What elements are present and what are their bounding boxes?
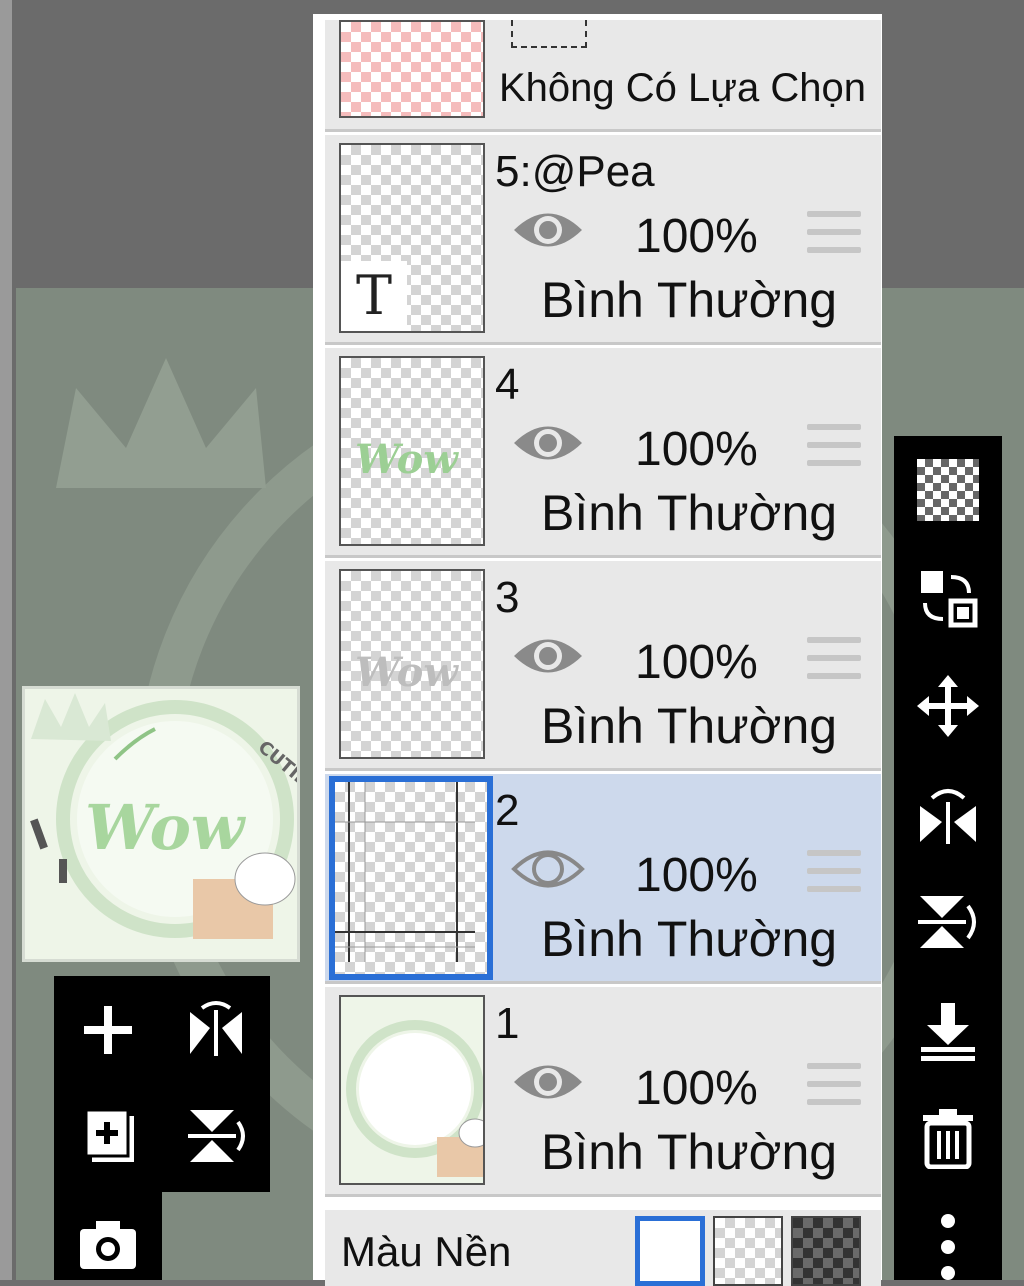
layer-opacity[interactable]: 100%	[635, 635, 758, 690]
text-layer-icon: T	[341, 261, 407, 331]
rotate-flip-h-icon	[920, 789, 976, 844]
blend-mode[interactable]: Bình Thường	[541, 484, 837, 542]
drag-handle-icon[interactable]	[807, 637, 861, 679]
layer-name: 3	[495, 573, 520, 622]
selection-thumbnail	[339, 20, 485, 118]
canvas-edge	[0, 0, 12, 1280]
checker-icon	[917, 459, 979, 521]
blend-mode[interactable]: Bình Thường	[541, 1123, 837, 1181]
add-copy-icon	[84, 1108, 134, 1162]
layer-opacity[interactable]: 100%	[635, 422, 758, 477]
layer-name: 4	[495, 360, 520, 409]
add-layer-icon	[84, 1006, 132, 1054]
more-options-button[interactable]	[908, 1206, 988, 1286]
drag-handle-icon[interactable]	[807, 211, 861, 253]
flip-horizontal-icon	[190, 1001, 242, 1056]
background-transparent-swatch[interactable]	[713, 1216, 783, 1286]
blend-mode[interactable]: Bình Thường	[541, 910, 837, 968]
background-white-swatch[interactable]	[635, 1216, 705, 1286]
layer-thumbnail[interactable]: Wow	[339, 569, 485, 759]
trash-icon	[923, 1109, 973, 1169]
camera-button[interactable]	[68, 1204, 148, 1284]
svg-text:Wow: Wow	[85, 791, 247, 864]
layer-panel: Không Có Lựa Chọn T 5:@Pea 100% Bình Thường…	[313, 14, 882, 1286]
eye-icon	[514, 426, 582, 460]
camera-icon	[80, 1221, 136, 1269]
flip-horizontal-button[interactable]	[176, 990, 256, 1070]
flip-vertical-icon	[188, 1110, 245, 1162]
merge-down-button[interactable]	[908, 990, 988, 1070]
eye-icon	[514, 639, 582, 673]
flip-horizontal-layer-button[interactable]	[908, 774, 988, 854]
drag-handle-icon[interactable]	[807, 1063, 861, 1105]
layer-name: 1	[495, 999, 520, 1048]
guide-lines-art	[335, 782, 475, 962]
background-color-row: Màu Nền	[325, 1210, 881, 1286]
layer-thumbnail-art: Wow	[355, 436, 458, 483]
move-icon	[917, 675, 979, 737]
camera-panel	[54, 1192, 162, 1280]
layer-name: 5:@Pea	[495, 147, 655, 196]
rotate-flip-v-icon	[918, 896, 976, 948]
more-icon	[941, 1214, 955, 1280]
add-layer-button[interactable]	[68, 990, 148, 1070]
layer-row[interactable]: Wow 4 100% Bình Thường	[325, 348, 881, 558]
right-toolbar	[894, 436, 1002, 1280]
layer-tools-panel	[54, 976, 270, 1192]
merge-down-icon	[921, 1003, 975, 1061]
eye-icon	[514, 213, 582, 247]
delete-layer-button[interactable]	[908, 1098, 988, 1178]
preview-art: CUTIE Wow	[25, 689, 297, 959]
blend-mode[interactable]: Bình Thường	[541, 697, 837, 755]
layer-opacity[interactable]: 100%	[635, 848, 758, 903]
visibility-toggle[interactable]	[511, 631, 585, 681]
frame-art	[341, 997, 483, 1183]
layer-opacity[interactable]: 100%	[635, 209, 758, 264]
layer-opacity[interactable]: 100%	[635, 1061, 758, 1116]
layer-thumbnail[interactable]	[339, 995, 485, 1185]
flip-vertical-button[interactable]	[176, 1096, 256, 1176]
drag-handle-icon[interactable]	[807, 850, 861, 892]
duplicate-layer-button[interactable]	[68, 1096, 148, 1176]
no-selection-label: Không Có Lựa Chọn	[499, 66, 867, 110]
layer-thumbnail[interactable]	[329, 776, 493, 980]
visibility-toggle[interactable]	[511, 205, 585, 255]
layer-row[interactable]: 1 100% Bình Thường	[325, 987, 881, 1197]
layer-thumbnail[interactable]: Wow	[339, 356, 485, 546]
visibility-toggle[interactable]	[511, 418, 585, 468]
canvas-preview[interactable]: CUTIE Wow	[22, 686, 300, 962]
selection-marquee-icon	[511, 20, 587, 48]
layer-thumbnail[interactable]: T	[339, 143, 485, 333]
blend-mode[interactable]: Bình Thường	[541, 271, 837, 329]
layer-row[interactable]: 2 100% Bình Thường	[325, 774, 881, 984]
eye-icon	[511, 850, 585, 888]
flip-vertical-layer-button[interactable]	[908, 882, 988, 962]
drag-handle-icon[interactable]	[807, 424, 861, 466]
transparency-button[interactable]	[908, 450, 988, 530]
no-selection-row[interactable]: Không Có Lựa Chọn	[325, 20, 881, 132]
layer-row[interactable]: T 5:@Pea 100% Bình Thường	[325, 135, 881, 345]
swap-layer-button[interactable]	[908, 558, 988, 638]
artwork-crown-icon	[56, 358, 266, 488]
swap-icon	[921, 571, 978, 628]
background-label: Màu Nền	[341, 1228, 512, 1275]
layer-thumbnail-art: Wow	[355, 649, 458, 696]
layer-row[interactable]: Wow 3 100% Bình Thường	[325, 561, 881, 771]
background-dark-swatch[interactable]	[791, 1216, 861, 1286]
eye-icon	[514, 1065, 582, 1099]
layer-name: 2	[495, 786, 520, 835]
move-button[interactable]	[908, 666, 988, 746]
visibility-toggle[interactable]	[511, 844, 585, 894]
visibility-toggle[interactable]	[511, 1057, 585, 1107]
